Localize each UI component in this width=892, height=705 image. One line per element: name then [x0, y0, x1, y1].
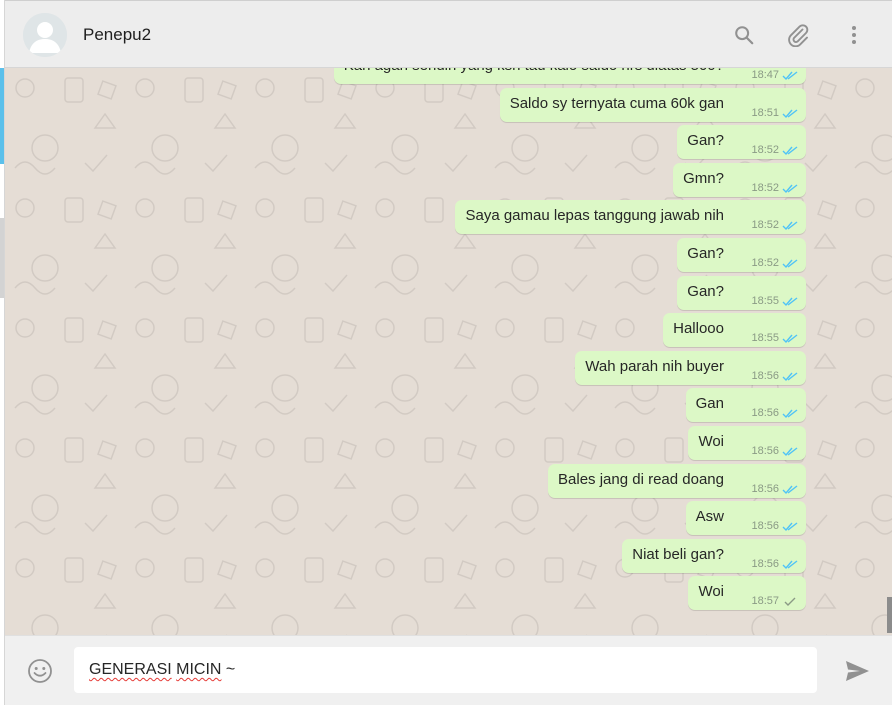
double-check-icon: [782, 484, 798, 494]
attach-icon: [788, 24, 809, 47]
double-check-icon: [782, 220, 798, 230]
message-time: 18:51: [751, 107, 779, 119]
message-time: 18:47: [751, 69, 779, 81]
double-check-icon: [782, 371, 798, 381]
message-bubble[interactable]: Saldo sy ternyata cuma 60k gan 18:51: [499, 88, 806, 122]
message-text: Gan: [695, 395, 724, 412]
search-icon: [735, 26, 754, 45]
message-time: 18:56: [751, 483, 779, 495]
double-check-icon: [782, 446, 798, 456]
message-text: Gan?: [687, 132, 724, 149]
double-check-icon: [782, 108, 798, 118]
emoji-icon: [28, 659, 52, 683]
message-time: 18:55: [751, 332, 779, 344]
message-list[interactable]: Kan agan sendiri yang ksh tau kalo saldo…: [5, 68, 892, 635]
message-bubble[interactable]: Wah parah nih buyer 18:56: [575, 351, 806, 385]
message-text: Woi: [698, 433, 724, 450]
message-meta: 18:51: [751, 107, 798, 119]
message-bubble[interactable]: Niat beli gan? 18:56: [622, 539, 806, 573]
message-time: 18:52: [751, 182, 779, 194]
message-bubble[interactable]: Gan? 18:52: [677, 125, 806, 159]
message-time: 18:52: [751, 257, 779, 269]
message-meta: 18:56: [751, 483, 798, 495]
double-check-icon: [782, 559, 798, 569]
message-text: Gan?: [687, 283, 724, 300]
message-meta: 18:56: [751, 407, 798, 419]
message-meta: 18:47: [751, 69, 798, 81]
attach-button[interactable]: [784, 21, 812, 49]
message-bubble[interactable]: Gan? 18:52: [677, 238, 806, 272]
chat-header: Penepu2: [5, 0, 892, 68]
message-time: 18:57: [751, 595, 779, 607]
message-meta: 18:56: [751, 558, 798, 570]
message-meta: 18:55: [751, 295, 798, 307]
single-check-icon: [784, 597, 796, 606]
emoji-button[interactable]: [27, 658, 53, 684]
misspelled-word: MICIN: [176, 661, 222, 678]
default-avatar-icon: [23, 13, 67, 57]
message-bubble[interactable]: Saya gamau lepas tanggung jawab nih 18:52: [455, 200, 806, 234]
menu-button[interactable]: [840, 21, 868, 49]
scrollbar-thumb[interactable]: [887, 597, 892, 633]
message-time: 18:56: [751, 407, 779, 419]
double-check-icon: [782, 408, 798, 418]
message-meta: 18:52: [751, 182, 798, 194]
message-meta: 18:55: [751, 332, 798, 344]
message-text: Bales jang di read doang: [558, 471, 724, 488]
message-time: 18:56: [751, 520, 779, 532]
message-text: Asw: [695, 508, 724, 525]
message-bubble[interactable]: Asw 18:56: [685, 501, 806, 535]
double-check-icon: [782, 183, 798, 193]
message-meta: 18:52: [751, 144, 798, 156]
message-meta: 18:56: [751, 370, 798, 382]
message-time: 18:56: [751, 445, 779, 457]
double-check-icon: [782, 258, 798, 268]
message-bubble[interactable]: Kan agan sendiri yang ksh tau kalo saldo…: [333, 68, 806, 84]
compose-bar: GENERASI MICIN ~: [5, 635, 892, 705]
message-text: Niat beli gan?: [632, 546, 724, 563]
send-button[interactable]: [843, 657, 871, 685]
message-time: 18:56: [751, 558, 779, 570]
message-input[interactable]: GENERASI MICIN ~: [74, 647, 817, 693]
message-bubble[interactable]: Gan? 18:55: [677, 276, 806, 310]
message-meta: 18:52: [751, 219, 798, 231]
message-input-text: GENERASI MICIN ~: [89, 661, 235, 678]
message-bubble[interactable]: Hallooo 18:55: [663, 313, 806, 347]
message-text: Saya gamau lepas tanggung jawab nih: [465, 207, 724, 224]
double-check-icon: [782, 521, 798, 531]
message-input-suffix: ~: [221, 661, 236, 678]
double-check-icon: [782, 70, 798, 80]
double-check-icon: [782, 145, 798, 155]
message-time: 18:55: [751, 295, 779, 307]
message-meta: 18:56: [751, 445, 798, 457]
message-text: Woi: [698, 583, 724, 600]
send-icon: [846, 661, 869, 681]
message-time: 18:56: [751, 370, 779, 382]
double-check-icon: [782, 333, 798, 343]
contact-name[interactable]: Penepu2: [83, 25, 151, 45]
message-text: Gmn?: [683, 170, 724, 187]
menu-icon: [852, 26, 856, 44]
misspelled-word: GENERASI: [89, 661, 172, 678]
search-button[interactable]: [730, 21, 758, 49]
double-check-icon: [782, 296, 798, 306]
message-bubble[interactable]: Woi 18:56: [688, 426, 806, 460]
message-bubble[interactable]: Woi 18:57: [688, 576, 806, 610]
message-bubble[interactable]: Bales jang di read doang 18:56: [548, 464, 806, 498]
message-text: Saldo sy ternyata cuma 60k gan: [509, 95, 724, 112]
message-bubble[interactable]: Gmn? 18:52: [673, 163, 806, 197]
avatar[interactable]: [23, 13, 67, 57]
message-meta: 18:52: [751, 257, 798, 269]
message-meta: 18:57: [751, 595, 798, 607]
message-meta: 18:56: [751, 520, 798, 532]
message-text: Wah parah nih buyer: [585, 358, 724, 375]
message-text: Hallooo: [673, 320, 724, 337]
message-time: 18:52: [751, 219, 779, 231]
message-text: Gan?: [687, 245, 724, 262]
message-text: Kan agan sendiri yang ksh tau kalo saldo…: [344, 68, 724, 73]
message-bubble[interactable]: Gan 18:56: [685, 388, 806, 422]
chat-window: Penepu2 18:47 Saldo sy ternyata cuma 60k…: [4, 0, 892, 705]
message-time: 18:52: [751, 144, 779, 156]
